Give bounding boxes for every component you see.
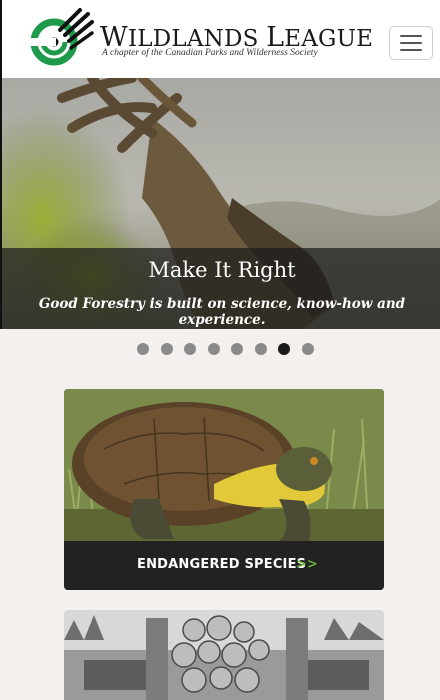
carousel-dot[interactable] bbox=[137, 343, 149, 355]
carousel-dot-active[interactable] bbox=[278, 343, 290, 355]
logging-truck-image bbox=[64, 610, 384, 700]
carousel-dot[interactable] bbox=[231, 343, 243, 355]
carousel-dot[interactable] bbox=[301, 343, 314, 355]
carousel-dot[interactable] bbox=[207, 343, 220, 355]
double-chevron-right-icon: >> bbox=[296, 557, 318, 572]
card-title[interactable]: ENDANGERED SPECIES bbox=[137, 557, 306, 572]
wildlands-logo[interactable] bbox=[22, 8, 94, 68]
carousel-dot[interactable] bbox=[184, 343, 196, 355]
brand-tagline: A chapter of the Canadian Parks and Wild… bbox=[102, 48, 318, 58]
site-header: WILDLANDS LEAGUE A chapter of the Canadi… bbox=[0, 0, 440, 78]
turtle-image bbox=[64, 389, 384, 541]
hero-title[interactable]: Make It Right bbox=[2, 258, 440, 282]
logo-icon bbox=[30, 8, 94, 66]
menu-bar-icon bbox=[400, 42, 422, 44]
card-label-bar: ENDANGERED SPECIES >> bbox=[64, 541, 384, 590]
menu-bar-icon bbox=[400, 35, 422, 37]
hero-subtitle: Good Forestry is built on science, know-… bbox=[38, 296, 406, 328]
hero-caption: Make It Right Good Forestry is built on … bbox=[2, 248, 440, 329]
forestry-card[interactable] bbox=[64, 610, 384, 700]
menu-bar-icon bbox=[400, 49, 422, 51]
hamburger-menu-button[interactable] bbox=[389, 26, 433, 60]
endangered-species-card[interactable]: ENDANGERED SPECIES >> bbox=[64, 389, 384, 590]
carousel-dot[interactable] bbox=[254, 343, 267, 355]
carousel-dot[interactable] bbox=[160, 343, 173, 355]
hero-carousel[interactable]: Make It Right Good Forestry is built on … bbox=[0, 78, 440, 329]
carousel-indicators bbox=[137, 343, 314, 355]
